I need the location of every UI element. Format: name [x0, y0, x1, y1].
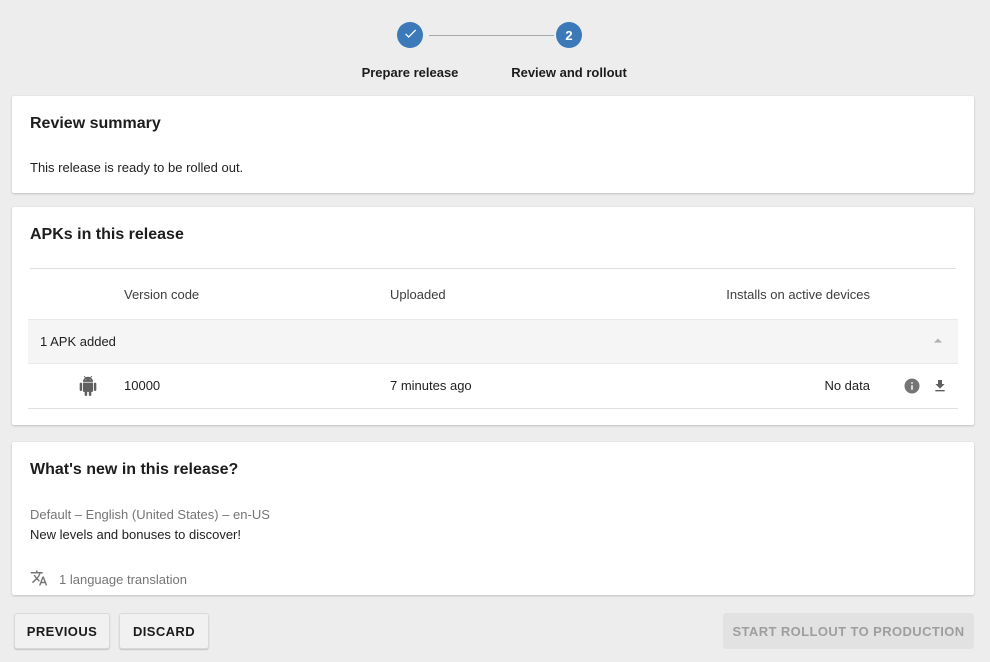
- apks-title: APKs in this release: [30, 225, 184, 245]
- download-icon[interactable]: [932, 378, 948, 397]
- translate-icon: [30, 569, 48, 590]
- apk-table-header: Version code Uploaded Installs on active…: [30, 268, 956, 319]
- apk-group-label: 1 APK added: [40, 320, 116, 363]
- apk-installs: No data: [824, 364, 870, 408]
- start-rollout-button[interactable]: START ROLLOUT TO PRODUCTION: [723, 613, 974, 649]
- apk-table-row: 10000 7 minutes ago No data: [28, 364, 958, 409]
- release-review-page: 2 Prepare release Review and rollout Rev…: [0, 0, 990, 662]
- step-prepare-release-circle[interactable]: [397, 22, 423, 48]
- column-version-code: Version code: [124, 269, 199, 320]
- apk-uploaded: 7 minutes ago: [390, 364, 472, 408]
- info-icon[interactable]: [903, 377, 921, 398]
- whats-new-card: What's new in this release? Default – En…: [12, 442, 974, 595]
- step-review-rollout-circle[interactable]: 2: [556, 22, 582, 48]
- whats-new-locale: Default – English (United States) – en-U…: [30, 505, 956, 525]
- android-icon: [78, 376, 98, 399]
- whats-new-title: What's new in this release?: [30, 460, 956, 480]
- review-summary-body: This release is ready to be rolled out.: [30, 160, 956, 176]
- apk-group-row[interactable]: 1 APK added: [28, 319, 958, 364]
- column-uploaded: Uploaded: [390, 269, 446, 320]
- review-summary-title: Review summary: [30, 114, 956, 134]
- step-number: 2: [565, 28, 572, 43]
- column-installs: Installs on active devices: [726, 269, 870, 320]
- check-icon: [403, 26, 418, 44]
- translation-summary: 1 language translation: [30, 569, 956, 590]
- whats-new-notes: New levels and bonuses to discover!: [30, 525, 956, 545]
- stepper-connector: [429, 35, 554, 36]
- review-summary-card: Review summary This release is ready to …: [12, 96, 974, 193]
- apk-version-code: 10000: [124, 364, 160, 408]
- previous-button[interactable]: PREVIOUS: [14, 613, 110, 649]
- translation-summary-label: 1 language translation: [59, 572, 187, 587]
- apks-card: APKs in this release Version code Upload…: [12, 207, 974, 425]
- step-review-rollout-label[interactable]: Review and rollout: [459, 65, 679, 80]
- discard-button[interactable]: DISCARD: [119, 613, 209, 649]
- arrow-drop-up-icon[interactable]: [928, 331, 948, 354]
